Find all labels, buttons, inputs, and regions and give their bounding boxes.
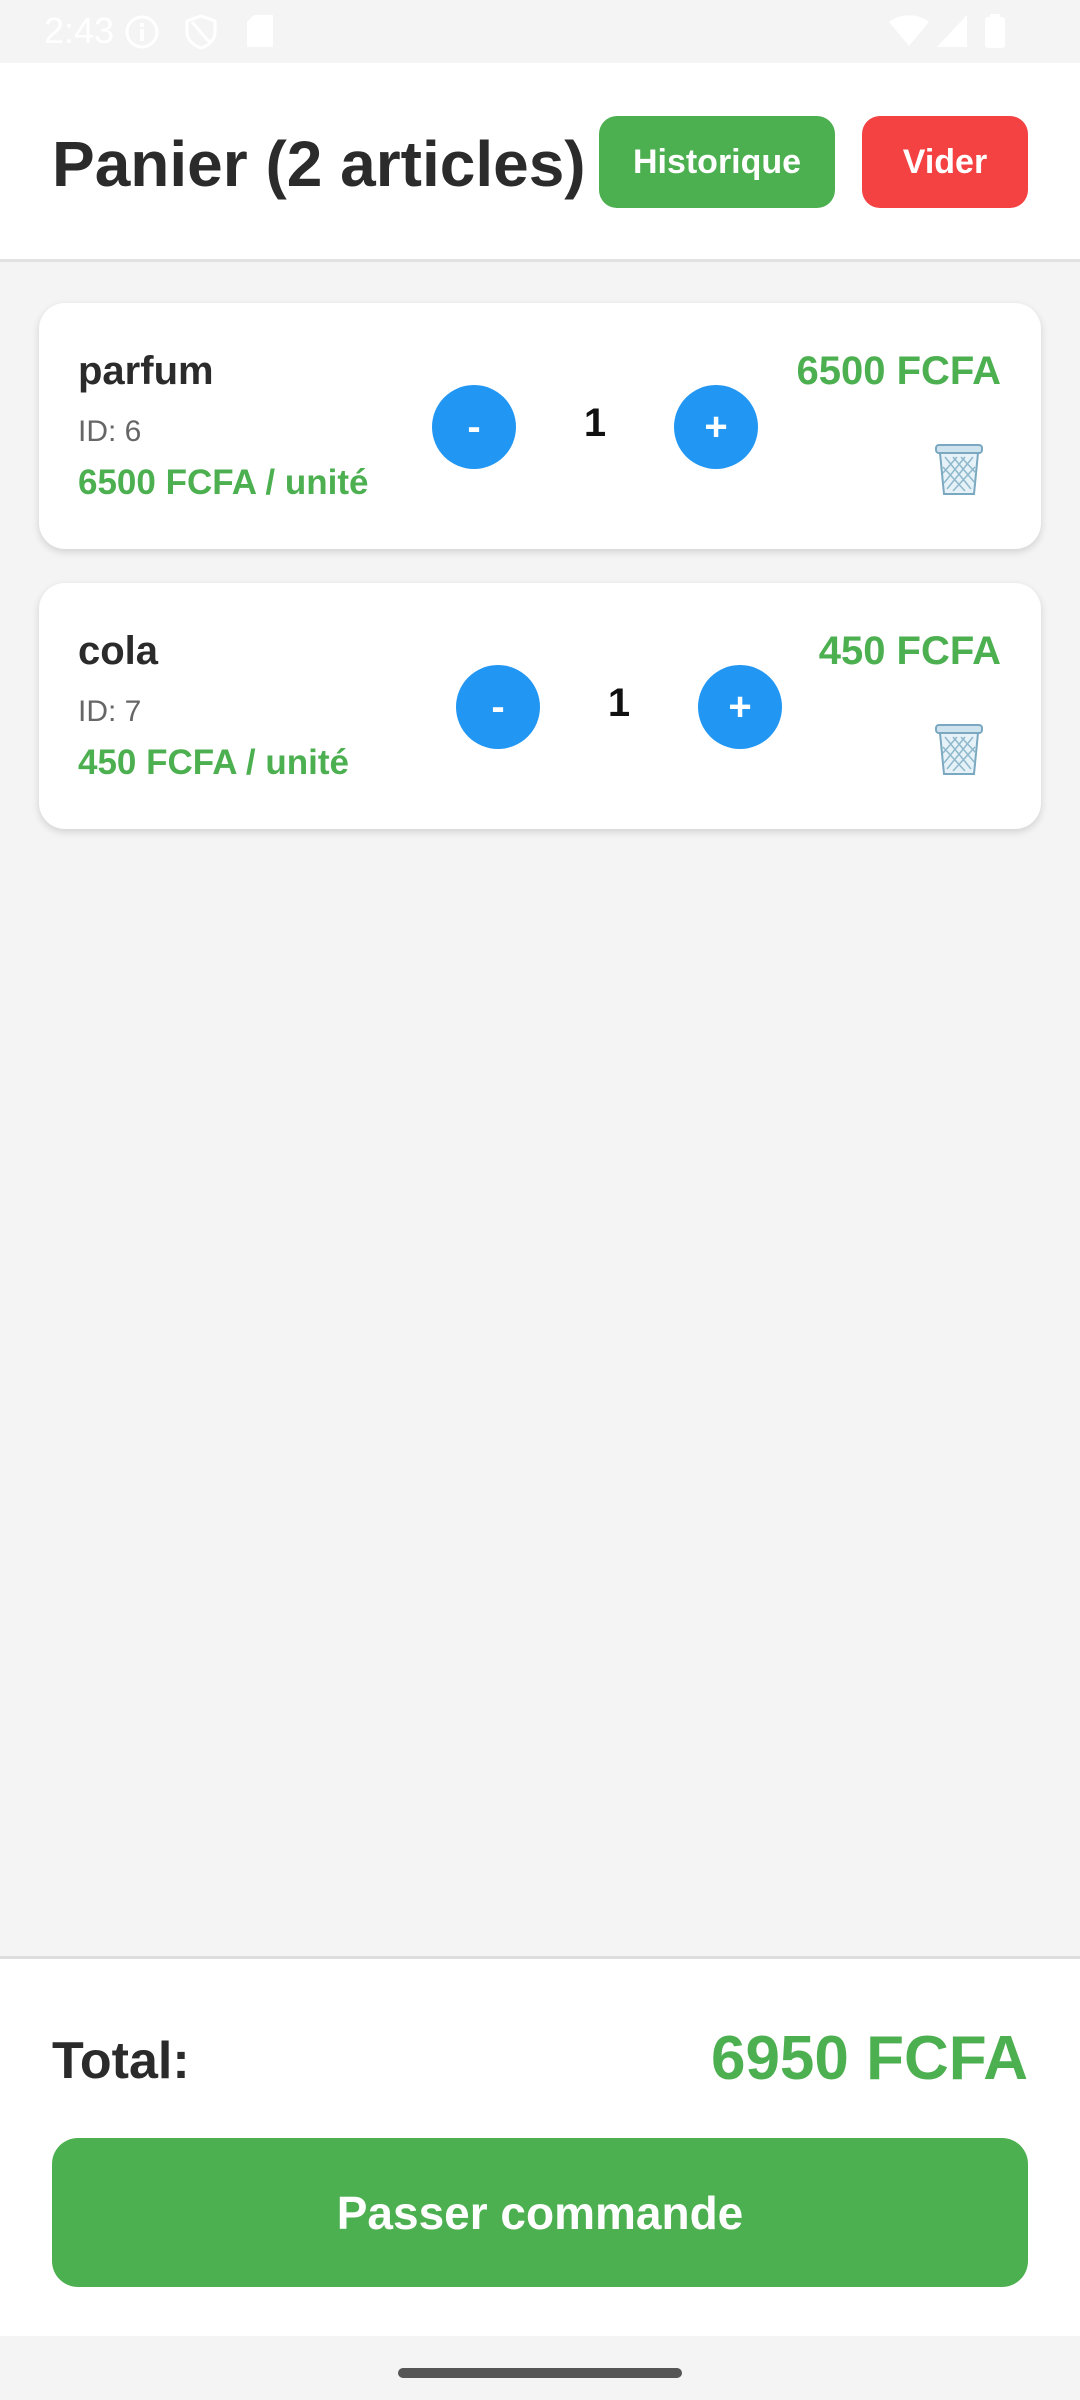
status-bar: 2:43 xyxy=(0,0,1080,63)
history-button[interactable]: Historique xyxy=(599,116,835,208)
gesture-nav-bar xyxy=(0,2336,1080,2400)
item-name: cola xyxy=(78,629,159,673)
increase-quantity-button[interactable]: + xyxy=(698,665,782,749)
sd-card-icon xyxy=(246,14,274,53)
cart-item-card: cola ID: 7 450 FCFA / unité - 1 + 450 FC… xyxy=(39,583,1041,829)
shield-icon xyxy=(184,14,218,55)
item-line-total: 6500 FCFA xyxy=(796,349,1001,393)
info-icon xyxy=(124,14,160,55)
quantity-value: 1 xyxy=(583,401,607,445)
decrease-quantity-button[interactable]: - xyxy=(456,665,540,749)
cart-footer: Total: 6950 FCFA Passer commande xyxy=(0,1956,1080,2336)
battery-icon xyxy=(984,14,1006,53)
item-id: ID: 7 xyxy=(78,695,142,728)
cart-header: Panier (2 articles) Historique Vider xyxy=(0,63,1080,262)
checkout-button[interactable]: Passer commande xyxy=(52,2138,1028,2287)
total-value: 6950 FCFA xyxy=(710,2024,1028,2093)
status-time: 2:43 xyxy=(44,10,115,51)
item-name: parfum xyxy=(78,349,214,393)
home-handle[interactable] xyxy=(398,2368,682,2378)
page-title: Panier (2 articles) xyxy=(52,128,586,200)
decrease-quantity-button[interactable]: - xyxy=(432,385,516,469)
item-line-total: 450 FCFA xyxy=(818,629,1001,673)
trash-icon[interactable] xyxy=(933,439,985,497)
item-unit-price: 6500 FCFA / unité xyxy=(78,463,369,502)
cellular-icon xyxy=(936,14,968,53)
total-label: Total: xyxy=(52,2032,190,2090)
increase-quantity-button[interactable]: + xyxy=(674,385,758,469)
cart-item-card: parfum ID: 6 6500 FCFA / unité - 1 + 650… xyxy=(39,303,1041,549)
trash-icon[interactable] xyxy=(933,719,985,777)
clear-cart-button[interactable]: Vider xyxy=(862,116,1028,208)
item-id: ID: 6 xyxy=(78,415,142,448)
item-unit-price: 450 FCFA / unité xyxy=(78,743,349,782)
wifi-icon xyxy=(888,14,930,53)
quantity-value: 1 xyxy=(607,681,631,725)
